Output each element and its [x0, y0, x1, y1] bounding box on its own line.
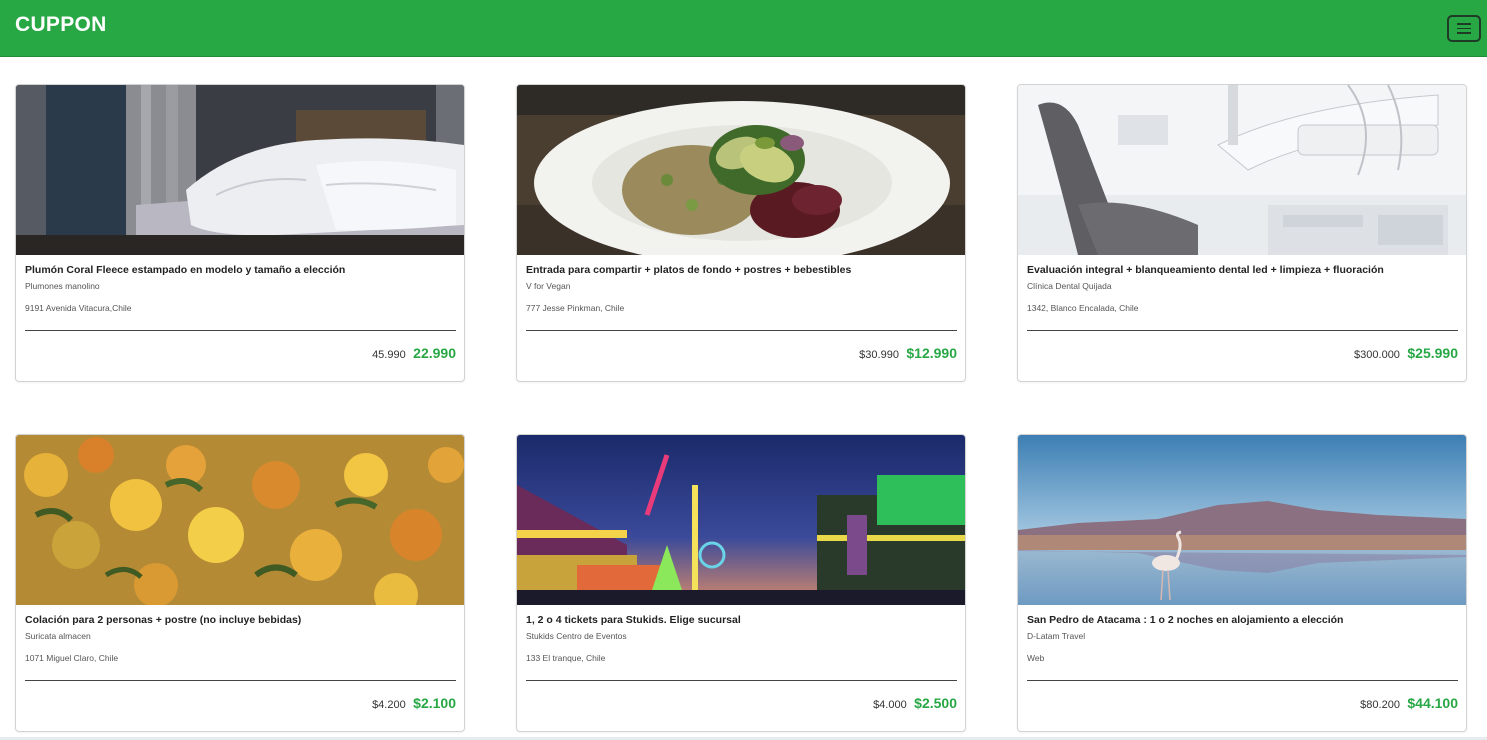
deal-title[interactable]: San Pedro de Atacama : 1 o 2 noches en a… — [1027, 614, 1457, 626]
deal-title[interactable]: Evaluación integral + blanqueamiento den… — [1027, 264, 1457, 276]
price-row: $300.000 $25.990 — [1354, 345, 1458, 363]
deal-card[interactable]: San Pedro de Atacama : 1 o 2 noches en a… — [1017, 434, 1467, 732]
merchant-name: Stukids Centro de Eventos — [526, 631, 627, 641]
merchant-name: Suricata almacen — [25, 631, 91, 641]
merchant-name: Plumones manolino — [25, 281, 100, 291]
brand-logo[interactable]: CUPPON — [15, 13, 107, 37]
deal-title[interactable]: Colación para 2 personas + postre (no in… — [25, 614, 455, 626]
divider — [526, 330, 957, 331]
price-row: $4.200 $2.100 — [372, 695, 456, 713]
original-price: 45.990 — [372, 349, 406, 361]
hamburger-menu-icon[interactable] — [1447, 15, 1481, 42]
discount-price: $2.100 — [413, 695, 456, 711]
original-price: $4.000 — [873, 699, 907, 711]
price-row: $80.200 $44.100 — [1360, 695, 1458, 713]
deal-card[interactable]: Plumón Coral Fleece estampado en modelo … — [15, 84, 465, 382]
merchant-address: 133 El tranque, Chile — [526, 653, 606, 663]
divider — [1027, 330, 1458, 331]
discount-price: $44.100 — [1407, 695, 1458, 711]
merchant-address: 1071 Miguel Claro, Chile — [25, 653, 119, 663]
original-price: $4.200 — [372, 699, 406, 711]
deal-title[interactable]: 1, 2 o 4 tickets para Stukids. Elige suc… — [526, 614, 956, 626]
deal-card[interactable]: 1, 2 o 4 tickets para Stukids. Elige suc… — [516, 434, 966, 732]
original-price: $300.000 — [1354, 349, 1400, 361]
top-navbar: CUPPON — [0, 0, 1487, 57]
deal-card[interactable]: Colación para 2 personas + postre (no in… — [15, 434, 465, 732]
price-row: $4.000 $2.500 — [873, 695, 957, 713]
merchant-address: 9191 Avenida Vitacura,Chile — [25, 303, 132, 313]
merchant-name: Clínica Dental Quijada — [1027, 281, 1112, 291]
discount-price: $2.500 — [914, 695, 957, 711]
vegetable-quinoa-dish-photo[interactable] — [16, 435, 464, 605]
deal-card[interactable]: Entrada para compartir + platos de fondo… — [516, 84, 966, 382]
amusement-park-at-night-photo[interactable] — [517, 435, 965, 605]
vegan-salad-bowl-with-avocado-photo[interactable] — [517, 85, 965, 255]
original-price: $80.200 — [1360, 699, 1400, 711]
divider — [526, 680, 957, 681]
dental-chair-clinic-photo[interactable] — [1018, 85, 1466, 255]
merchant-address: 1342, Blanco Encalada, Chile — [1027, 303, 1139, 313]
flamingo-salt-lake-atacama-photo[interactable] — [1018, 435, 1466, 605]
discount-price: $25.990 — [1407, 345, 1458, 361]
merchant-address: Web — [1027, 653, 1045, 663]
price-row: 45.990 22.990 — [372, 345, 456, 363]
discount-price: 22.990 — [413, 345, 456, 361]
merchant-name: V for Vegan — [526, 281, 571, 291]
deal-card[interactable]: Evaluación integral + blanqueamiento den… — [1017, 84, 1467, 382]
merchant-address: 777 Jesse Pinkman, Chile — [526, 303, 625, 313]
merchant-name: D-Latam Travel — [1027, 631, 1086, 641]
discount-price: $12.990 — [906, 345, 957, 361]
deal-title[interactable]: Plumón Coral Fleece estampado en modelo … — [25, 264, 455, 276]
divider — [1027, 680, 1458, 681]
divider — [25, 330, 456, 331]
deal-title[interactable]: Entrada para compartir + platos de fondo… — [526, 264, 956, 276]
divider — [25, 680, 456, 681]
price-row: $30.990 $12.990 — [859, 345, 957, 363]
bed-with-white-duvet-photo[interactable] — [16, 85, 464, 255]
original-price: $30.990 — [859, 349, 899, 361]
